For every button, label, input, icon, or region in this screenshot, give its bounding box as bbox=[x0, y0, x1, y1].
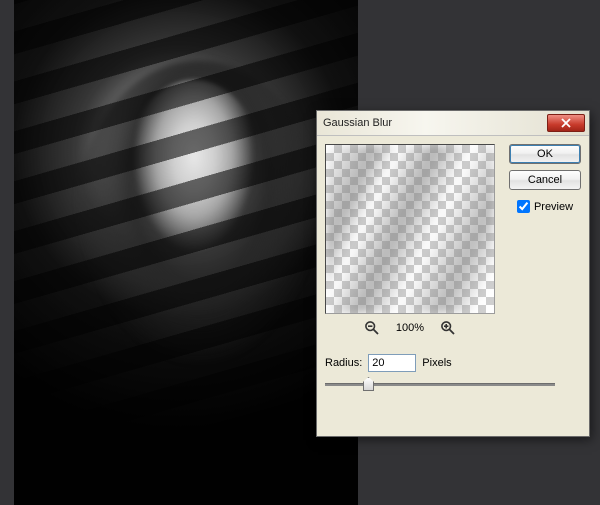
slider-thumb[interactable] bbox=[363, 377, 374, 391]
radius-unit: Pixels bbox=[422, 357, 451, 369]
filter-preview[interactable] bbox=[325, 144, 495, 314]
document-canvas[interactable] bbox=[14, 0, 358, 505]
radius-input[interactable] bbox=[368, 354, 416, 372]
zoom-out-icon bbox=[364, 320, 380, 336]
zoom-level: 100% bbox=[396, 322, 424, 334]
zoom-controls: 100% bbox=[325, 320, 495, 336]
dialog-title: Gaussian Blur bbox=[317, 117, 547, 129]
dialog-side-buttons: OK Cancel Preview bbox=[509, 144, 581, 213]
gaussian-blur-dialog: Gaussian Blur 100% bbox=[316, 110, 590, 437]
preview-content bbox=[326, 145, 494, 313]
artwork-hair bbox=[74, 60, 324, 390]
dialog-body: 100% Radius: Pixels OK Cancel bbox=[317, 136, 589, 402]
zoom-in-icon bbox=[440, 320, 456, 336]
zoom-out-button[interactable] bbox=[364, 320, 380, 336]
cancel-button[interactable]: Cancel bbox=[509, 170, 581, 190]
preview-checkbox[interactable] bbox=[517, 200, 530, 213]
preview-toggle[interactable]: Preview bbox=[509, 200, 581, 213]
preview-label: Preview bbox=[534, 201, 573, 213]
zoom-in-button[interactable] bbox=[440, 320, 456, 336]
radius-label: Radius: bbox=[325, 357, 362, 369]
radius-slider[interactable] bbox=[325, 376, 555, 394]
radius-row: Radius: Pixels bbox=[325, 354, 581, 372]
dialog-titlebar[interactable]: Gaussian Blur bbox=[317, 111, 589, 136]
close-icon bbox=[561, 118, 571, 128]
slider-track bbox=[325, 383, 555, 386]
close-button[interactable] bbox=[547, 114, 585, 132]
ok-button[interactable]: OK bbox=[509, 144, 581, 164]
artwork-face bbox=[124, 80, 264, 270]
